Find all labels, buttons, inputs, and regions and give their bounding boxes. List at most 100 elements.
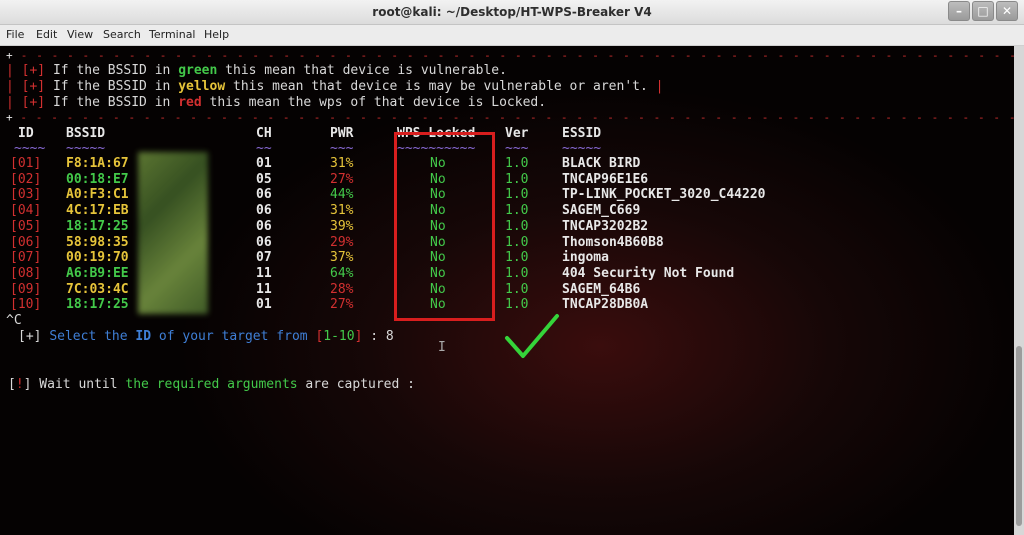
row-ver: 1.0 xyxy=(505,297,529,313)
interrupt-text: ^C xyxy=(6,313,22,328)
row-pwr: 27% xyxy=(330,297,354,313)
row-ver: 1.0 xyxy=(505,171,529,187)
row-essid: Thomson4B60B8 xyxy=(562,234,664,250)
row-essid: TNCAP28DB0A xyxy=(562,297,649,313)
row-bssid: 58:98:35 xyxy=(66,234,129,250)
terminal-output[interactable]: + - - - - - - - - - - - - - - - - - - - … xyxy=(0,46,1014,535)
row-bssid: 18:17:25 xyxy=(66,297,129,313)
text-cursor-icon: I xyxy=(438,340,446,355)
row-pwr: 31% xyxy=(330,156,354,171)
menu-terminal[interactable]: Terminal xyxy=(149,28,196,41)
row-essid: TP-LINK_POCKET_3020_C44220 xyxy=(562,187,766,203)
row-bssid: A6:B9:EE xyxy=(66,265,129,281)
menu-bar: File Edit View Search Terminal Help xyxy=(0,25,1024,46)
row-id: [04] xyxy=(10,203,42,219)
underline-essid: ~~~~~ xyxy=(562,141,602,156)
close-icon[interactable]: ✕ xyxy=(996,1,1018,21)
row-essid: SAGEM_64B6 xyxy=(562,281,641,297)
row-id: [01] xyxy=(10,156,42,171)
row-id: [02] xyxy=(10,171,42,187)
header-ch: CH xyxy=(256,126,272,141)
legend-line-yellow: | [+] If the BSSID in yellow this mean t… xyxy=(6,79,664,94)
row-ch: 05 xyxy=(256,171,272,187)
row-ver: 1.0 xyxy=(505,265,529,281)
header-bssid: BSSID xyxy=(66,126,106,141)
underline-pwr: ~~~ xyxy=(330,141,354,156)
row-bssid: 00:18:E7 xyxy=(66,171,129,187)
underline-ver: ~~~ xyxy=(505,141,529,156)
row-id: [10] xyxy=(10,297,42,313)
row-ch: 06 xyxy=(256,234,272,250)
row-id: [03] xyxy=(10,187,42,203)
legend-border-top: + - - - - - - - - - - - - - - - - - - - … xyxy=(6,49,1014,62)
header-essid: ESSID xyxy=(562,126,602,141)
scrollbar[interactable] xyxy=(1014,46,1024,535)
header-ver: Ver xyxy=(505,126,529,141)
row-bssid: 00:19:70 xyxy=(66,250,129,266)
row-ver: 1.0 xyxy=(505,234,529,250)
row-ver: 1.0 xyxy=(505,203,529,219)
row-essid: TNCAP96E1E6 xyxy=(562,171,649,187)
menu-search[interactable]: Search xyxy=(103,28,141,41)
row-pwr: 29% xyxy=(330,234,354,250)
underline-id: ~~~~ xyxy=(14,141,46,156)
row-ch: 06 xyxy=(256,203,272,219)
scrollbar-thumb[interactable] xyxy=(1016,346,1022,526)
row-id: [06] xyxy=(10,234,42,250)
row-essid: ingoma xyxy=(562,250,609,266)
row-ver: 1.0 xyxy=(505,187,529,203)
row-ch: 11 xyxy=(256,265,272,281)
menu-file[interactable]: File xyxy=(6,28,24,41)
row-bssid: 18:17:25 xyxy=(66,218,129,234)
legend-line-green: | [+] If the BSSID in green this mean th… xyxy=(6,63,507,78)
row-ch: 06 xyxy=(256,187,272,203)
row-pwr: 27% xyxy=(330,171,354,187)
row-ver: 1.0 xyxy=(505,156,529,171)
menu-view[interactable]: View xyxy=(67,28,93,41)
row-pwr: 37% xyxy=(330,250,354,266)
row-ch: 11 xyxy=(256,281,272,297)
row-pwr: 39% xyxy=(330,218,354,234)
row-bssid: F8:1A:67 xyxy=(66,156,129,171)
row-pwr: 44% xyxy=(330,187,354,203)
title-bar: root@kali: ~/Desktop/HT-WPS-Breaker V4 –… xyxy=(0,0,1024,25)
row-bssid: 7C:03:4C xyxy=(66,281,129,297)
row-essid: 404 Security Not Found xyxy=(562,265,735,281)
row-ver: 1.0 xyxy=(505,281,529,297)
row-ch: 07 xyxy=(256,250,272,266)
row-id: [08] xyxy=(10,265,42,281)
wps-highlight-box xyxy=(394,132,495,321)
minimize-icon[interactable]: – xyxy=(948,1,970,21)
header-pwr: PWR xyxy=(330,126,354,141)
row-ch: 06 xyxy=(256,218,272,234)
checkmark-icon xyxy=(505,314,559,358)
row-bssid: A0:F3:C1 xyxy=(66,187,129,203)
underline-bssid: ~~~~~ xyxy=(66,141,106,156)
row-pwr: 28% xyxy=(330,281,354,297)
row-pwr: 31% xyxy=(330,203,354,219)
menu-edit[interactable]: Edit xyxy=(36,28,57,41)
window-controls: – □ ✕ xyxy=(946,1,1018,21)
header-id: ID xyxy=(18,126,34,141)
menu-help[interactable]: Help xyxy=(204,28,229,41)
row-essid: SAGEM_C669 xyxy=(562,203,641,219)
row-id: [07] xyxy=(10,250,42,266)
row-id: [09] xyxy=(10,281,42,297)
redacted-bssid-block xyxy=(138,152,208,314)
row-ver: 1.0 xyxy=(505,218,529,234)
row-essid: TNCAP3202B2 xyxy=(562,218,649,234)
legend-line-red: | [+] If the BSSID in red this mean the … xyxy=(6,95,547,110)
row-id: [05] xyxy=(10,218,42,234)
underline-ch: ~~ xyxy=(256,141,272,156)
wait-message: [!] Wait until the required arguments ar… xyxy=(8,377,415,392)
row-bssid: 4C:17:EB xyxy=(66,203,129,219)
row-pwr: 64% xyxy=(330,265,354,281)
row-essid: BLACK BIRD xyxy=(562,156,641,171)
prompt-input-value: 8 xyxy=(385,329,394,344)
terminal-window: root@kali: ~/Desktop/HT-WPS-Breaker V4 –… xyxy=(0,0,1024,535)
maximize-icon[interactable]: □ xyxy=(972,1,994,21)
legend-border-bottom: + - - - - - - - - - - - - - - - - - - - … xyxy=(6,111,1014,124)
window-title: root@kali: ~/Desktop/HT-WPS-Breaker V4 xyxy=(372,5,652,19)
select-target-prompt[interactable]: [+] Select the ID of your target from [1… xyxy=(18,329,394,345)
row-ch: 01 xyxy=(256,297,272,313)
